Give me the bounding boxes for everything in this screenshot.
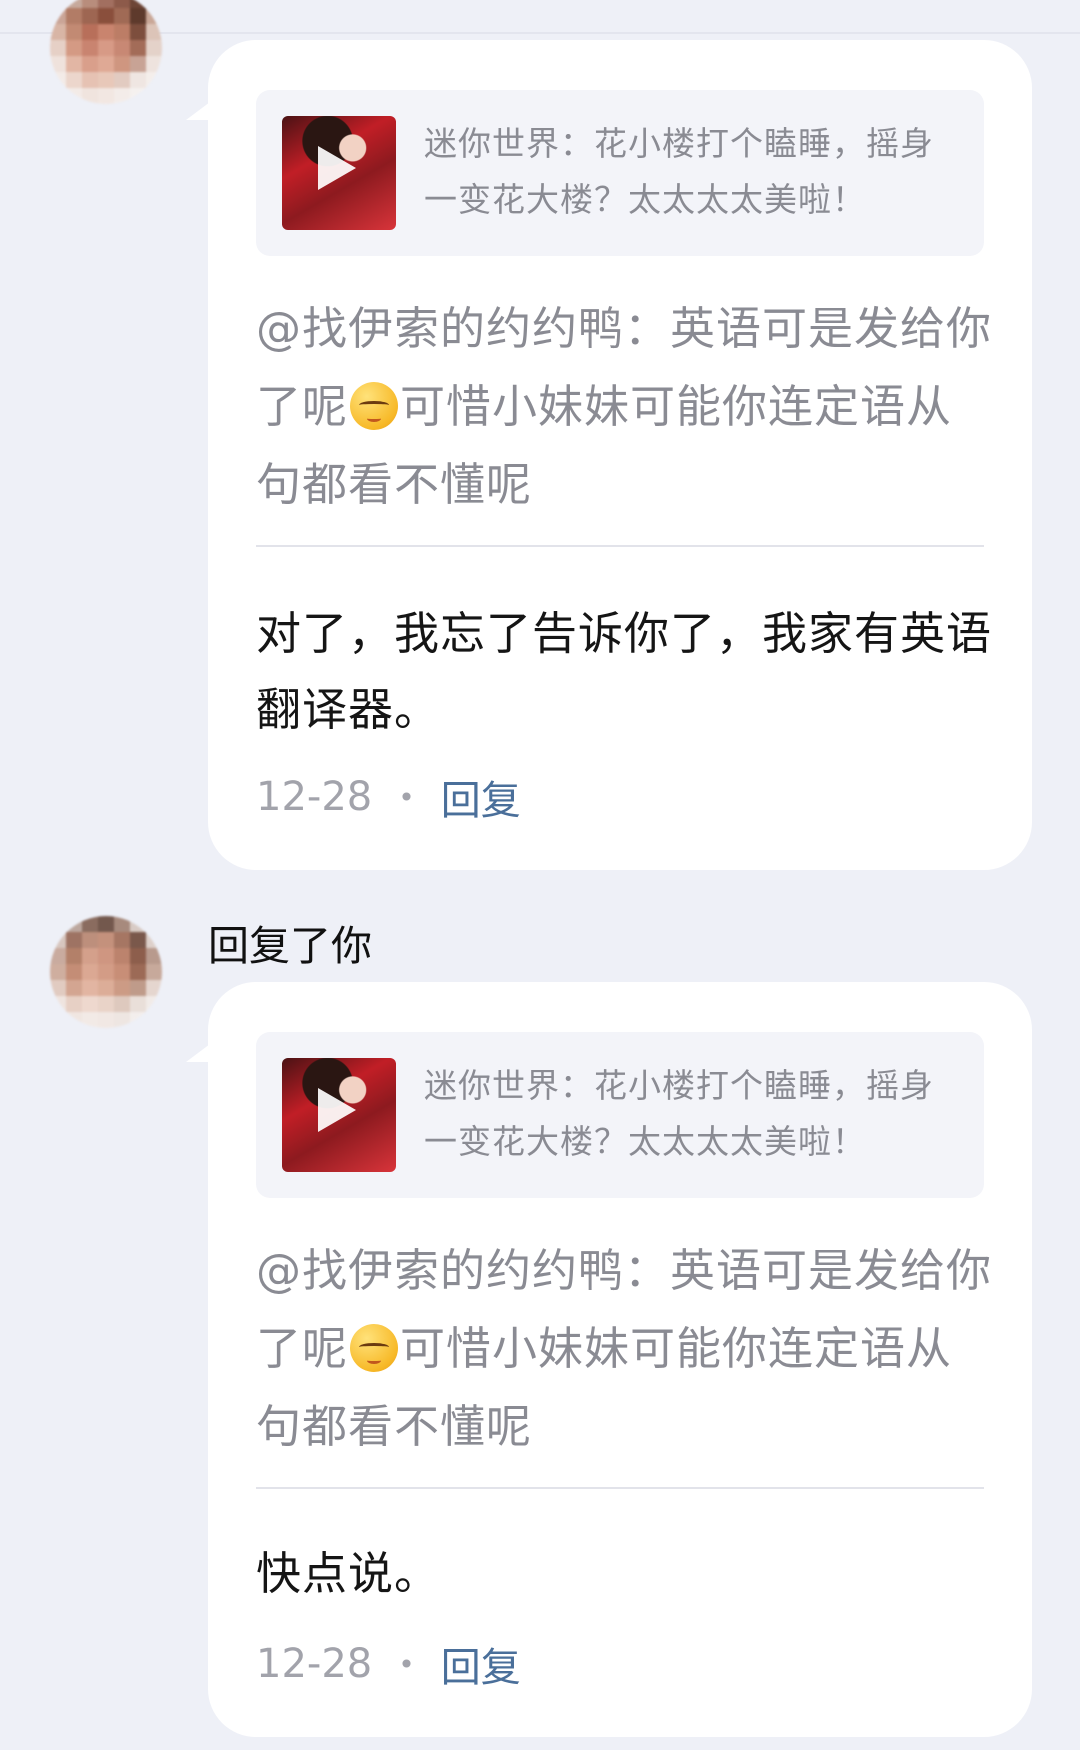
relieved-face-emoji-icon	[350, 1324, 399, 1372]
parent-comment[interactable]: @找伊索的约约鸭：英语可是发给你了呢 可惜小妹妹可能你连定语从句都看不懂呢	[256, 1232, 996, 1466]
comment-card: 迷你世界：花小楼打个瞌睡，摇身一变花大楼？太太太太美啦！ @找伊索的约约鸭：英语…	[186, 982, 1032, 1737]
reply-content: 快点说。	[256, 1547, 441, 1600]
separator-dot: •	[398, 780, 415, 814]
reply-button[interactable]: 回复	[441, 768, 521, 826]
parent-comment[interactable]: @找伊索的约约鸭：英语可是发给你了呢 可惜小妹妹可能你连定语从句都看不懂呢	[256, 290, 996, 524]
comment-meta: 12-28 • 回复	[256, 1635, 521, 1693]
divider	[256, 1487, 984, 1489]
comment-date: 12-28	[256, 1641, 373, 1687]
quoted-post[interactable]: 迷你世界：花小楼打个瞌睡，摇身一变花大楼？太太太太美啦！	[256, 90, 984, 256]
relieved-face-emoji-icon	[350, 382, 399, 430]
comment-meta: 12-28 • 回复	[256, 768, 521, 826]
separator-dot: •	[398, 1647, 415, 1681]
avatar[interactable]	[50, 916, 162, 1028]
top-divider	[0, 32, 1080, 34]
divider	[256, 545, 984, 547]
comment-card: 迷你世界：花小楼打个瞌睡，摇身一变花大楼？太太太太美啦！ @找伊索的约约鸭：英语…	[186, 40, 1032, 870]
quoted-post-title: 迷你世界：花小楼打个瞌睡，摇身一变花大楼？太太太太美啦！	[424, 1066, 934, 1161]
reply-button[interactable]: 回复	[441, 1635, 521, 1693]
play-icon	[318, 146, 356, 190]
replied-to-you-label: 回复了你	[208, 922, 372, 970]
quoted-post-title: 迷你世界：花小楼打个瞌睡，摇身一变花大楼？太太太太美啦！	[424, 124, 934, 219]
bubble-tail	[186, 90, 226, 120]
comment-date: 12-28	[256, 774, 373, 820]
video-thumbnail[interactable]	[282, 1058, 396, 1172]
play-icon	[318, 1088, 356, 1132]
reply-content: 对了，我忘了告诉你了，我家有英语翻译器。	[256, 607, 993, 736]
quoted-post[interactable]: 迷你世界：花小楼打个瞌睡，摇身一变花大楼？太太太太美啦！	[256, 1032, 984, 1198]
video-thumbnail[interactable]	[282, 116, 396, 230]
avatar[interactable]	[50, 0, 162, 104]
bubble-tail	[186, 1032, 226, 1062]
